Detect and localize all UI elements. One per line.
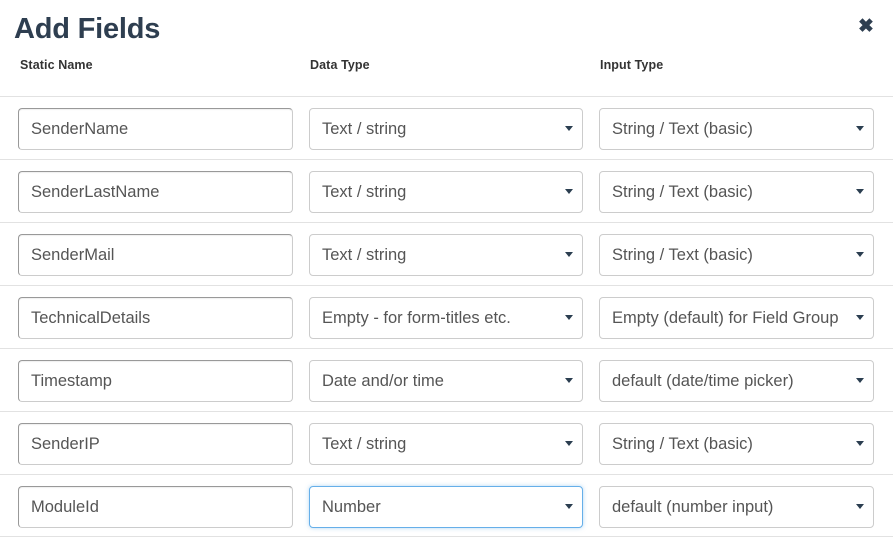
input-type-cell: String / Text (basic): [599, 423, 874, 465]
static-name-cell: [18, 171, 293, 213]
data-type-cell: Text / string: [309, 108, 583, 150]
fields-list: Text / stringString / Text (basic)Text /…: [0, 96, 893, 537]
data-type-select[interactable]: Text / string: [309, 423, 583, 465]
input-type-cell: String / Text (basic): [599, 171, 874, 213]
static-name-cell: [18, 234, 293, 276]
input-type-value: String / Text (basic): [612, 435, 753, 453]
input-type-select[interactable]: String / Text (basic): [599, 423, 874, 465]
static-name-input[interactable]: [18, 297, 293, 339]
data-type-value: Text / string: [322, 183, 407, 201]
data-type-value: Empty - for form-titles etc.: [322, 309, 511, 327]
data-type-select[interactable]: Text / string: [309, 108, 583, 150]
table-row: Text / string String / Text (basic): [0, 411, 893, 474]
input-type-cell: String / Text (basic): [599, 108, 874, 150]
close-icon[interactable]: ✖: [857, 17, 875, 36]
data-type-cell: Text / string: [309, 234, 583, 276]
input-type-value: default (date/time picker): [612, 372, 794, 390]
data-type-value: Text / string: [322, 435, 407, 453]
data-type-select-wrap: Text / string: [309, 234, 583, 276]
static-name-cell: [18, 108, 293, 150]
input-type-select[interactable]: String / Text (basic): [599, 234, 874, 276]
data-type-select[interactable]: Empty - for form-titles etc.: [309, 297, 583, 339]
input-type-value: default (number input): [612, 498, 774, 516]
input-type-cell: default (date/time picker): [599, 360, 874, 402]
input-type-select-wrap: String / Text (basic): [599, 423, 874, 465]
input-type-select-wrap: String / Text (basic): [599, 108, 874, 150]
data-type-value: Text / string: [322, 246, 407, 264]
data-type-select-wrap: Text / string: [309, 423, 583, 465]
table-row: Text / string String / Text (basic): [0, 159, 893, 222]
add-fields-modal: Add Fields ✖ Static Name Data Type Input…: [0, 0, 893, 553]
input-type-select[interactable]: String / Text (basic): [599, 108, 874, 150]
input-type-select-wrap: default (date/time picker): [599, 360, 874, 402]
input-type-value: String / Text (basic): [612, 120, 753, 138]
input-type-select[interactable]: String / Text (basic): [599, 171, 874, 213]
input-type-cell: default (number input): [599, 486, 874, 528]
table-row: Text / string String / Text (basic): [0, 96, 893, 159]
table-row: Empty - for form-titles etc. Empty (defau…: [0, 285, 893, 348]
data-type-cell: Text / string: [309, 171, 583, 213]
data-type-value: Date and/or time: [322, 372, 444, 390]
input-type-select[interactable]: default (date/time picker): [599, 360, 874, 402]
static-name-input[interactable]: [18, 360, 293, 402]
data-type-cell: Empty - for form-titles etc.: [309, 297, 583, 339]
static-name-cell: [18, 423, 293, 465]
data-type-select-wrap: Empty - for form-titles etc.: [309, 297, 583, 339]
data-type-select[interactable]: Text / string: [309, 171, 583, 213]
static-name-input[interactable]: [18, 108, 293, 150]
data-type-select[interactable]: Date and/or time: [309, 360, 583, 402]
data-type-value: Text / string: [322, 120, 407, 138]
static-name-cell: [18, 360, 293, 402]
static-name-input[interactable]: [18, 234, 293, 276]
data-type-select-wrap: Number: [309, 486, 583, 528]
table-row: Text / string String / Text (basic): [0, 222, 893, 285]
input-type-value: Empty (default) for Field Group: [612, 309, 839, 327]
data-type-select-wrap: Text / string: [309, 171, 583, 213]
modal-header: Add Fields ✖: [0, 0, 893, 56]
input-type-cell: String / Text (basic): [599, 234, 874, 276]
input-type-cell: Empty (default) for Field Group: [599, 297, 874, 339]
data-type-select-wrap: Date and/or time: [309, 360, 583, 402]
input-type-value: String / Text (basic): [612, 183, 753, 201]
column-header-data-type: Data Type: [310, 58, 370, 72]
static-name-input[interactable]: [18, 171, 293, 213]
input-type-select[interactable]: default (number input): [599, 486, 874, 528]
data-type-select[interactable]: Number: [309, 486, 583, 528]
data-type-select[interactable]: Text / string: [309, 234, 583, 276]
input-type-select-wrap: default (number input): [599, 486, 874, 528]
static-name-cell: [18, 297, 293, 339]
input-type-value: String / Text (basic): [612, 246, 753, 264]
input-type-select-wrap: Empty (default) for Field Group: [599, 297, 874, 339]
data-type-cell: Text / string: [309, 423, 583, 465]
data-type-select-wrap: Text / string: [309, 108, 583, 150]
column-headers: Static Name Data Type Input Type: [0, 56, 893, 84]
data-type-cell: Date and/or time: [309, 360, 583, 402]
static-name-cell: [18, 486, 293, 528]
input-type-select-wrap: String / Text (basic): [599, 171, 874, 213]
static-name-input[interactable]: [18, 423, 293, 465]
input-type-select-wrap: String / Text (basic): [599, 234, 874, 276]
column-header-static-name: Static Name: [20, 58, 93, 72]
input-type-select[interactable]: Empty (default) for Field Group: [599, 297, 874, 339]
column-header-input-type: Input Type: [600, 58, 664, 72]
static-name-input[interactable]: [18, 486, 293, 528]
table-row: Number default (number input): [0, 474, 893, 537]
data-type-value: Number: [322, 498, 381, 516]
data-type-cell: Number: [309, 486, 583, 528]
page-title: Add Fields: [14, 13, 161, 45]
table-row: Date and/or time default (date/time picke…: [0, 348, 893, 411]
